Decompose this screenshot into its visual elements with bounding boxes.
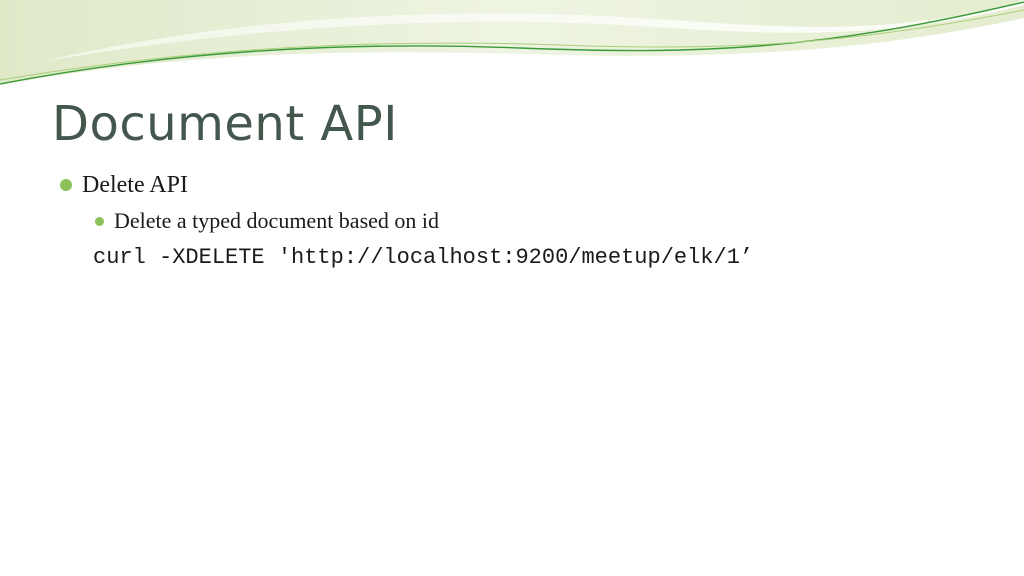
code-snippet: curl -XDELETE 'http://localhost:9200/mee… — [93, 245, 754, 270]
bullet-item-level-1: Delete API — [60, 170, 188, 200]
header-swoosh-decoration — [0, 0, 1024, 85]
bullet-text: Delete a typed document based on id — [114, 208, 440, 233]
bullet-item-level-2: Delete a typed document based on id — [95, 207, 439, 235]
bullet-dot-icon — [95, 216, 104, 226]
bullet-dot-icon — [60, 179, 72, 191]
slide-title: Document API — [52, 96, 398, 152]
slide: Document API Delete API Delete a typed d… — [0, 0, 1024, 576]
bullet-text: Delete API — [82, 172, 188, 198]
